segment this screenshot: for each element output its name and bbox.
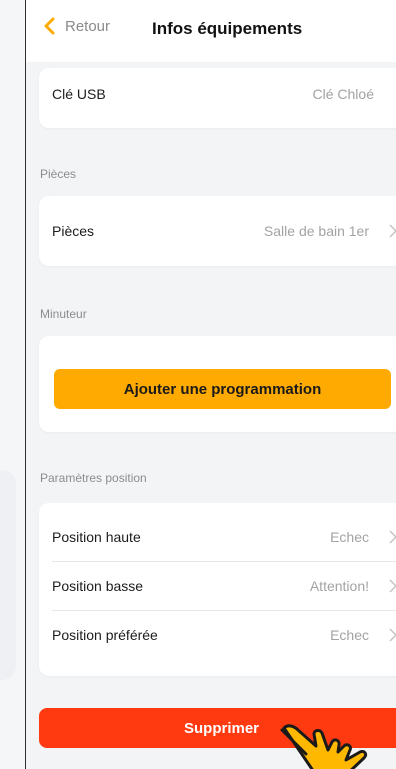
- position-low-label: Position basse: [52, 578, 144, 594]
- position-high-value: Echec: [330, 529, 369, 545]
- page-title: Infos équipements: [152, 19, 303, 38]
- chevron-left-icon: [44, 17, 55, 35]
- usb-label: Clé USB: [52, 86, 106, 102]
- position-low-row[interactable]: Position basse Attention!: [39, 562, 396, 610]
- background-panel: [0, 470, 16, 680]
- position-high-label: Position haute: [52, 529, 141, 545]
- usb-row[interactable]: Clé USB Clé Chloé: [39, 68, 396, 120]
- timer-section-title: Minuteur: [40, 307, 87, 321]
- chevron-right-icon: [389, 628, 396, 642]
- back-button[interactable]: Retour: [41, 17, 110, 35]
- rooms-label: Pièces: [52, 223, 95, 239]
- position-section-title: Paramètres position: [40, 471, 147, 485]
- position-preferred-value: Echec: [330, 627, 369, 643]
- usb-value: Clé Chloé: [312, 86, 374, 102]
- back-label: Retour: [65, 17, 111, 35]
- chevron-right-icon: [389, 224, 396, 238]
- chevron-right-icon: [389, 579, 396, 593]
- top-bar: Retour Infos équipements: [26, 0, 396, 62]
- add-schedule-button[interactable]: Ajouter une programmation: [54, 369, 391, 409]
- position-low-value: Attention!: [309, 578, 369, 594]
- pointing-hand-icon: [280, 724, 368, 769]
- position-card: Position haute Echec Position basse Atte…: [39, 503, 396, 676]
- app-screen: Retour Infos équipements Clé USB Clé Chl…: [25, 0, 396, 769]
- rooms-section-title: Pièces: [40, 167, 77, 181]
- rooms-card: Pièces Salle de bain 1er: [39, 196, 396, 266]
- chevron-right-icon: [389, 530, 396, 544]
- rooms-value: Salle de bain 1er: [263, 223, 369, 239]
- position-preferred-row[interactable]: Position préférée Echec: [39, 611, 396, 659]
- rooms-row[interactable]: Pièces Salle de bain 1er: [39, 196, 396, 266]
- position-preferred-label: Position préférée: [52, 627, 158, 643]
- position-high-row[interactable]: Position haute Echec: [39, 513, 396, 561]
- usb-card: Clé USB Clé Chloé: [39, 68, 396, 128]
